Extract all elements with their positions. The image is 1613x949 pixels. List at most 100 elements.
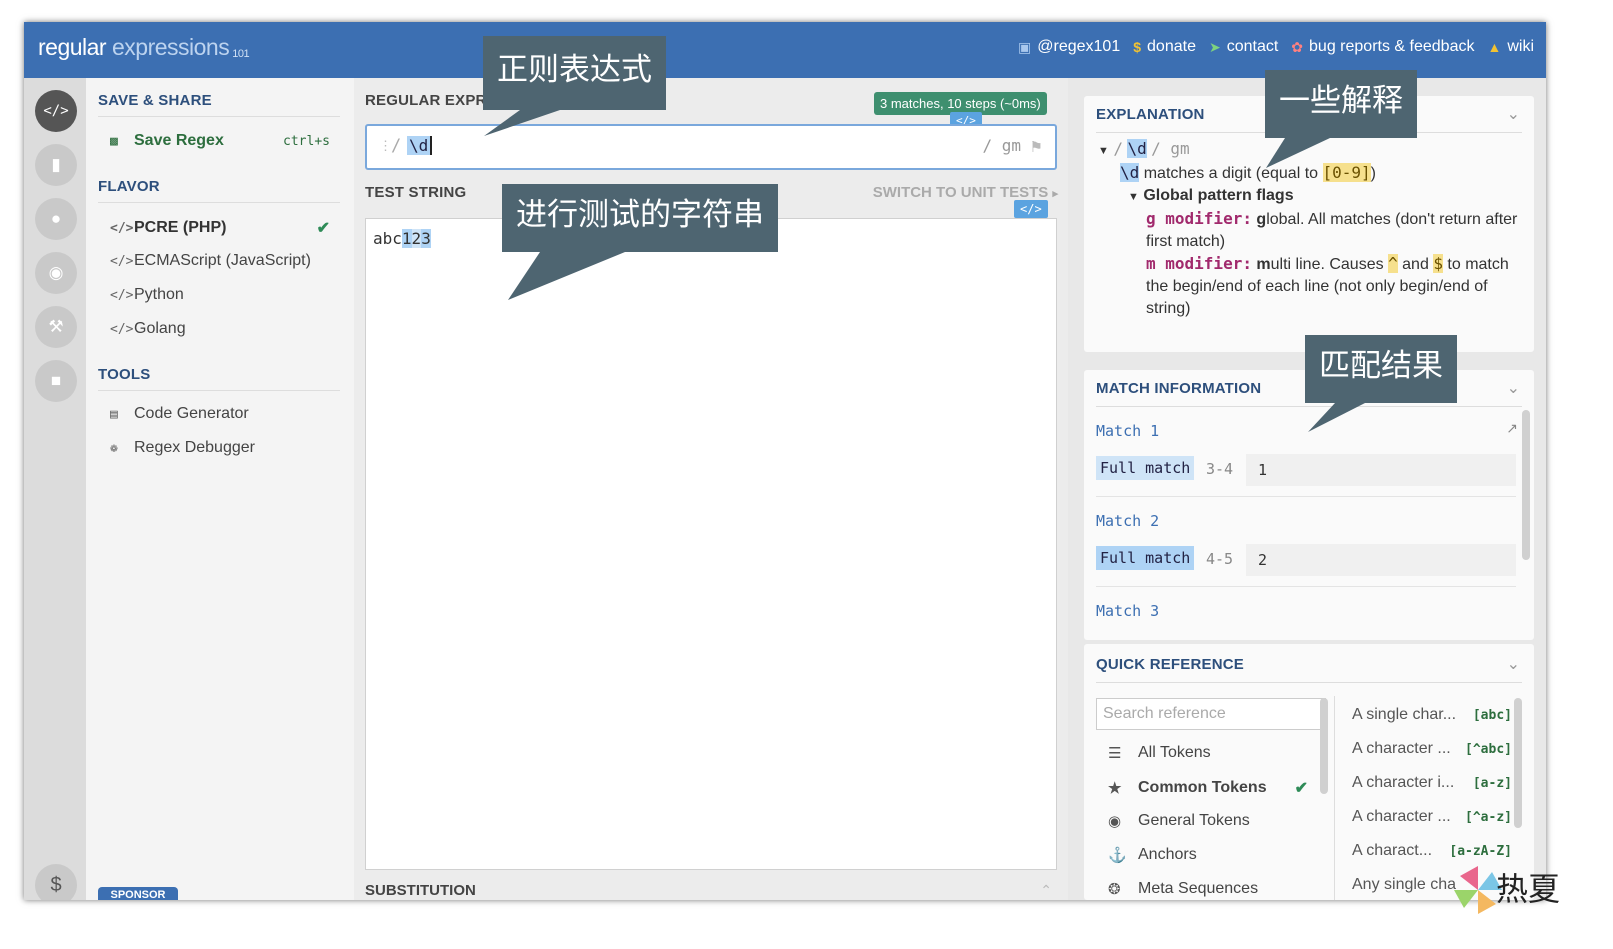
reference-code: [abc] bbox=[1472, 708, 1512, 723]
reference-row[interactable]: A character ... [^abc] bbox=[1352, 740, 1512, 758]
chat-icon[interactable]: ■ bbox=[35, 360, 77, 402]
logo-sup: 101 bbox=[232, 48, 250, 60]
category-common-tokens[interactable]: ★ Common Tokens ✔ bbox=[1108, 778, 1308, 798]
scrollbar[interactable] bbox=[1522, 410, 1530, 560]
dollar-icon: $ bbox=[1133, 39, 1142, 55]
category-anchors[interactable]: ⚓ Anchors bbox=[1108, 846, 1308, 864]
user-icon[interactable]: ● bbox=[35, 198, 77, 240]
switch-unit-tests-link[interactable]: SWITCH TO UNIT TESTS ▸ bbox=[873, 184, 1058, 201]
category-label: Meta Sequences bbox=[1138, 880, 1259, 897]
caret-down-icon: ▼ bbox=[1098, 145, 1109, 157]
wrench-icon[interactable]: ⚒ bbox=[35, 306, 77, 348]
match-label: Match 1 bbox=[1096, 422, 1160, 440]
gamepad-icon[interactable]: ◉ bbox=[35, 252, 77, 294]
twitter-link-label: @regex101 bbox=[1037, 38, 1121, 55]
match-label: Match 3 bbox=[1096, 602, 1160, 620]
reference-row[interactable]: A character ... [^a-z] bbox=[1352, 808, 1512, 826]
flavor-ecmascript[interactable]: </> ECMAScript (JavaScript) bbox=[110, 252, 330, 270]
and-text: and bbox=[1402, 256, 1429, 273]
match-value[interactable]: 1 bbox=[1246, 454, 1516, 486]
database-icon: ☰ bbox=[1108, 745, 1122, 762]
icon-bar: </> ▮ ● ◉ ⚒ ■ $ bbox=[24, 78, 86, 900]
callout-explanation: 一些解释 bbox=[1265, 70, 1417, 138]
chevron-down-icon[interactable]: ⌄ bbox=[1507, 378, 1520, 398]
top-links: ▣ @regex101 $ donate ➤ contact ✿ bug reports… bbox=[1018, 38, 1534, 56]
flavor-label: PCRE (PHP) bbox=[134, 219, 227, 236]
text-plain: abc bbox=[373, 229, 402, 248]
star-icon: ★ bbox=[1108, 780, 1122, 797]
substitution-title[interactable]: SUBSTITUTION bbox=[365, 882, 476, 899]
logo-light: expressions bbox=[112, 34, 230, 60]
chevron-up-icon[interactable]: ⌃ bbox=[1040, 882, 1052, 899]
m-desc: ulti line. Causes bbox=[1270, 256, 1384, 273]
match-label: Match 2 bbox=[1096, 512, 1160, 530]
reference-row[interactable]: A charact... [a-zA-Z] bbox=[1352, 842, 1512, 860]
circle-dot-icon: ◉ bbox=[1108, 813, 1122, 830]
quick-reference-title: QUICK REFERENCE bbox=[1096, 656, 1245, 673]
flavor-python[interactable]: </> Python bbox=[110, 286, 330, 304]
callout-match-result: 匹配结果 bbox=[1305, 335, 1457, 403]
twitter-link[interactable]: ▣ @regex101 bbox=[1018, 38, 1120, 56]
twitter-icon: ▣ bbox=[1018, 38, 1032, 55]
flavor-golang[interactable]: </> Golang bbox=[110, 320, 330, 338]
category-all-tokens[interactable]: ☰ All Tokens bbox=[1108, 744, 1308, 762]
flags-header[interactable]: ▼ Global pattern flags bbox=[1098, 185, 1528, 208]
scrollbar[interactable] bbox=[1320, 698, 1328, 794]
match-highlight: 2 bbox=[411, 229, 422, 248]
category-meta-sequences[interactable]: ❂ Meta Sequences bbox=[1108, 880, 1308, 898]
explanation-title: EXPLANATION bbox=[1096, 106, 1205, 123]
code-tag[interactable]: </> bbox=[1014, 200, 1048, 218]
code-icon[interactable]: </> bbox=[35, 90, 77, 132]
reference-label: A character i... bbox=[1352, 774, 1455, 791]
share-icon[interactable]: ↗ bbox=[1506, 420, 1518, 437]
divider bbox=[98, 116, 340, 117]
flavor-label: Python bbox=[134, 286, 184, 303]
sidebar: SAVE & SHARE ▩ Save Regex ctrl+s FLAVOR … bbox=[86, 78, 354, 900]
chevron-down-icon[interactable]: ⌄ bbox=[1507, 654, 1520, 674]
reference-row[interactable]: A single char... [abc] bbox=[1352, 706, 1512, 724]
bank-icon: ▲ bbox=[1487, 39, 1502, 55]
regex-expression[interactable]: \d bbox=[407, 136, 433, 155]
match-info-panel: MATCH INFORMATION ⌄ ↗ Match 1 Full match… bbox=[1084, 370, 1534, 640]
donate-link[interactable]: $ donate bbox=[1133, 38, 1196, 56]
match-value[interactable]: 2 bbox=[1246, 544, 1516, 576]
reference-label: A character ... bbox=[1352, 740, 1451, 757]
wiki-link[interactable]: ▲ wiki bbox=[1487, 38, 1534, 56]
reference-row[interactable]: A character i... [a-z] bbox=[1352, 774, 1512, 792]
logo[interactable]: regular expressions 101 bbox=[38, 34, 250, 61]
sponsor-tab[interactable]: SPONSOR bbox=[98, 887, 178, 900]
divider bbox=[1096, 586, 1516, 587]
tools-title: TOOLS bbox=[98, 366, 151, 383]
dollar-token: $ bbox=[1433, 254, 1443, 273]
save-regex-button[interactable]: ▩ Save Regex ctrl+s bbox=[110, 132, 330, 150]
file-code-icon: ▤ bbox=[110, 406, 118, 422]
divider bbox=[1096, 682, 1522, 683]
divider bbox=[1096, 406, 1522, 407]
regex-input[interactable]: ⋮ / \d / gm ⚑ bbox=[365, 124, 1057, 170]
token: \d bbox=[1120, 163, 1140, 182]
regex-flags[interactable]: / gm bbox=[982, 136, 1021, 155]
flag-icon[interactable]: ⚑ bbox=[1030, 138, 1043, 156]
test-string-input[interactable]: abc123 bbox=[365, 218, 1057, 870]
save-regex-label: Save Regex bbox=[134, 132, 224, 149]
scrollbar[interactable] bbox=[1514, 698, 1522, 828]
divider bbox=[98, 202, 340, 203]
bug-report-link[interactable]: ✿ bug reports & feedback bbox=[1291, 38, 1474, 56]
contact-link[interactable]: ➤ contact bbox=[1209, 38, 1278, 56]
logo-main: regular bbox=[38, 34, 107, 60]
code-icon: </> bbox=[110, 253, 134, 269]
search-reference-input[interactable]: Search reference bbox=[1096, 698, 1326, 730]
regex-debugger-item[interactable]: ❁ Regex Debugger bbox=[110, 439, 330, 457]
book-icon[interactable]: ▮ bbox=[35, 144, 77, 186]
category-general-tokens[interactable]: ◉ General Tokens bbox=[1108, 812, 1308, 830]
flags-title: Global pattern flags bbox=[1143, 187, 1294, 204]
checkmark-icon: ✔ bbox=[1294, 780, 1308, 797]
g-flag-explanation: g modifier: global. All matches (don't r… bbox=[1098, 208, 1528, 253]
chevron-down-icon[interactable]: ⌄ bbox=[1507, 104, 1520, 124]
flavor-pcre[interactable]: </> PCRE (PHP) ✔ bbox=[110, 218, 330, 238]
reference-code: [a-zA-Z] bbox=[1449, 844, 1512, 859]
tree-root[interactable]: ▼ / \d / gm bbox=[1098, 138, 1528, 162]
dollar-icon[interactable]: $ bbox=[35, 864, 77, 900]
code-generator-item[interactable]: ▤ Code Generator bbox=[110, 405, 330, 423]
token-desc: matches a digit (equal to bbox=[1143, 165, 1319, 182]
